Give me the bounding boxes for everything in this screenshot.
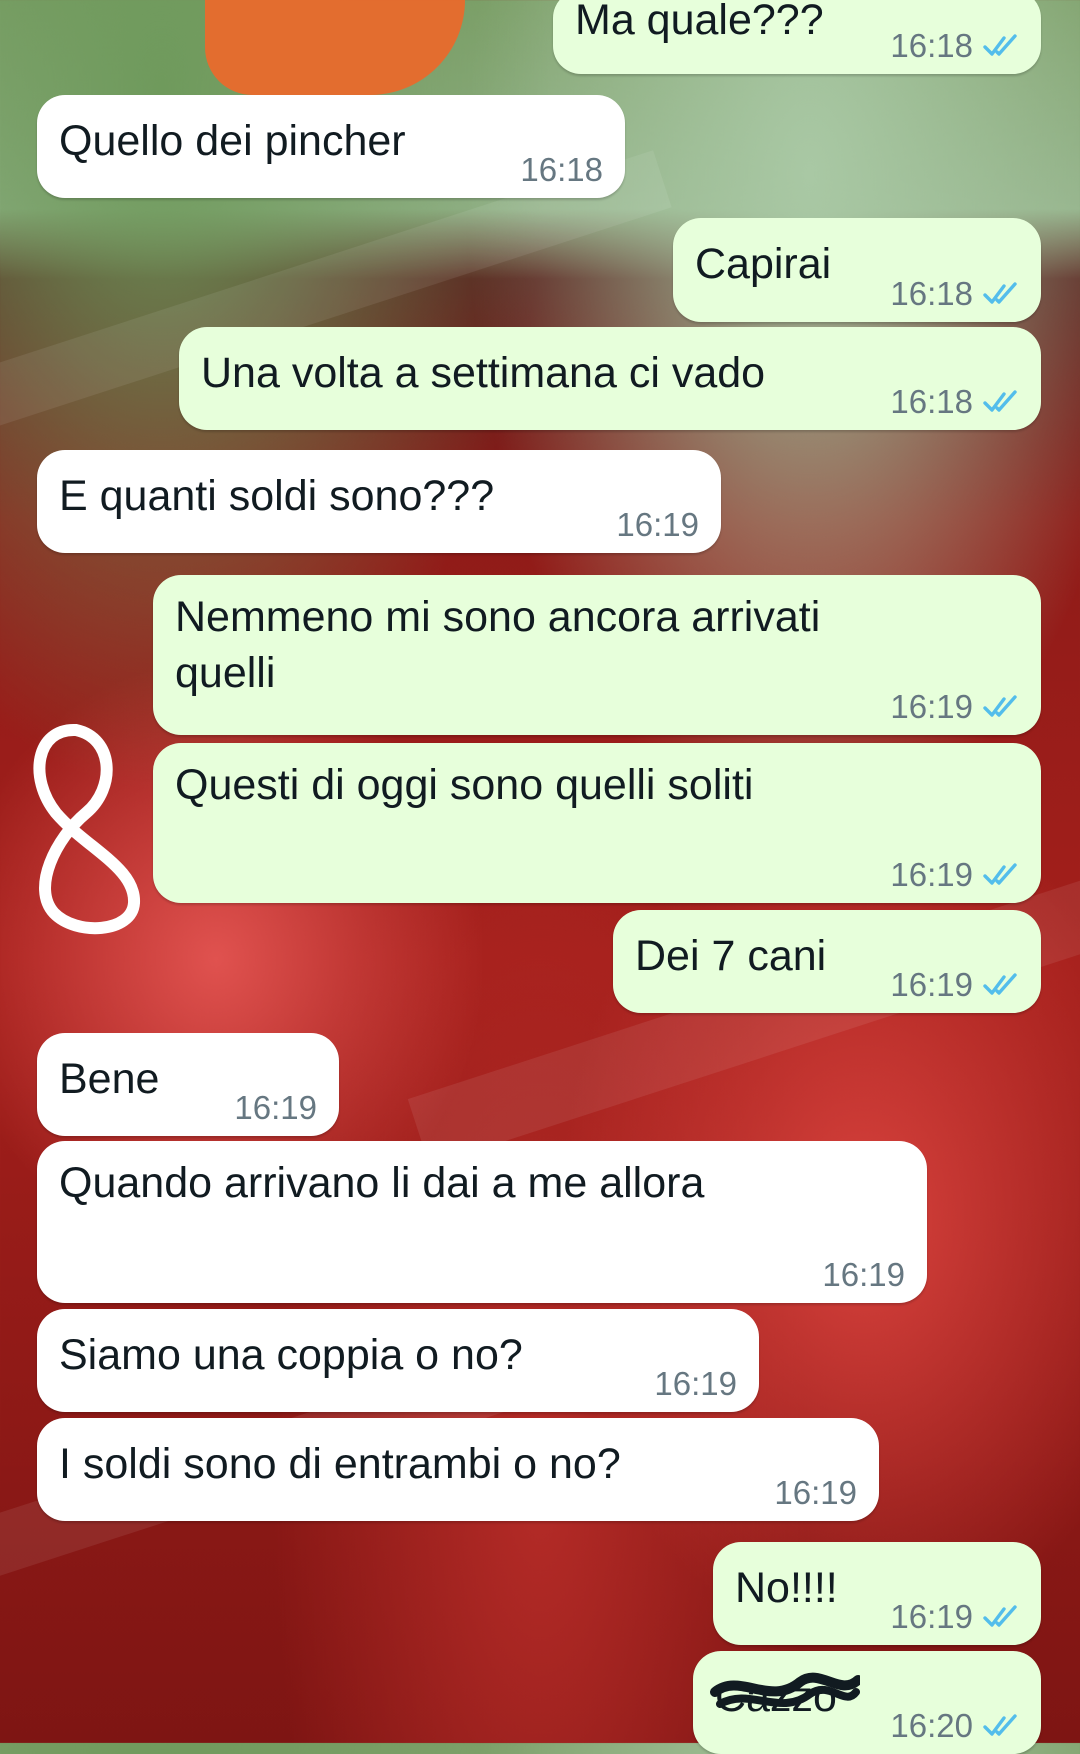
message-meta: 16:18 <box>890 382 1021 422</box>
message-timestamp: 16:19 <box>822 1256 905 1293</box>
outgoing-message-bubble[interactable]: Dei 7 cani 16:19 <box>613 910 1041 1013</box>
incoming-message-bubble[interactable]: Quando arrivano li dai a me allora 16:19 <box>37 1141 927 1303</box>
message-meta: 16:19 <box>890 965 1021 1005</box>
outgoing-message-bubble[interactable]: Nemmeno mi sono ancora arrivati quelli 16… <box>153 575 1041 735</box>
message-timestamp: 16:19 <box>774 1474 857 1511</box>
message-text: Quando arrivano li dai a me allora <box>59 1159 705 1207</box>
redaction-scribble <box>710 1672 860 1708</box>
message-text: Nemmeno mi sono ancora arrivati quelli <box>175 593 821 697</box>
handwritten-eight-doodle <box>33 724 140 935</box>
message-timestamp: 16:18 <box>890 383 973 420</box>
outgoing-message-bubble[interactable]: Capirai 16:18 <box>673 218 1041 322</box>
message-meta: 16:18 <box>890 274 1021 314</box>
message-timestamp: 16:19 <box>654 1365 737 1402</box>
message-timestamp: 16:19 <box>616 506 699 543</box>
message-timestamp: 16:18 <box>890 27 973 64</box>
outgoing-message-bubble[interactable]: Ma quale??? 16:18 <box>553 0 1041 74</box>
message-meta: 16:19 <box>890 1597 1021 1637</box>
message-timestamp: 16:19 <box>890 1598 973 1635</box>
message-timestamp: 16:18 <box>890 275 973 312</box>
double-check-icon <box>983 863 1021 887</box>
message-text: Una volta a settimana ci vado <box>201 349 766 397</box>
message-timestamp: 16:19 <box>234 1089 317 1126</box>
message-meta: 16:18 <box>520 150 603 190</box>
incoming-message-bubble[interactable]: Bene 16:19 <box>37 1033 339 1136</box>
message-text: Dei 7 cani <box>635 932 827 980</box>
outgoing-message-bubble[interactable]: No!!!! 16:19 <box>713 1542 1041 1645</box>
message-text: Bene <box>59 1055 160 1103</box>
wallpaper-orange-shape <box>205 0 465 95</box>
message-meta: 16:19 <box>616 505 699 545</box>
message-meta: 16:19 <box>774 1473 857 1513</box>
message-text: Quello dei pincher <box>59 117 406 165</box>
outgoing-message-bubble[interactable]: Questi di oggi sono quelli soliti 16:19 <box>153 743 1041 903</box>
message-timestamp: 16:19 <box>890 856 973 893</box>
double-check-icon <box>983 282 1021 306</box>
message-meta: 16:19 <box>890 855 1021 895</box>
incoming-message-bubble[interactable]: Siamo una coppia o no? 16:19 <box>37 1309 759 1412</box>
message-timestamp: 16:19 <box>890 688 973 725</box>
message-text: E quanti soldi sono??? <box>59 472 495 520</box>
message-meta: 16:20 <box>890 1706 1021 1746</box>
double-check-icon <box>983 1605 1021 1629</box>
message-meta: 16:19 <box>654 1364 737 1404</box>
outgoing-message-bubble[interactable]: Una volta a settimana ci vado 16:18 <box>179 327 1041 430</box>
message-meta: 16:19 <box>890 687 1021 727</box>
double-check-icon <box>983 695 1021 719</box>
message-meta: 16:19 <box>822 1255 905 1295</box>
message-text: Questi di oggi sono quelli soliti <box>175 761 754 809</box>
message-text: Ma quale??? <box>575 0 824 44</box>
double-check-icon <box>983 1714 1021 1738</box>
incoming-message-bubble[interactable]: Quello dei pincher 16:18 <box>37 95 625 198</box>
message-timestamp: 16:18 <box>520 151 603 188</box>
message-meta: 16:19 <box>234 1088 317 1128</box>
message-text: Siamo una coppia o no? <box>59 1331 523 1379</box>
message-timestamp: 16:20 <box>890 1707 973 1744</box>
message-meta: 16:18 <box>890 26 1021 66</box>
double-check-icon <box>983 390 1021 414</box>
message-timestamp: 16:19 <box>890 966 973 1003</box>
incoming-message-bubble[interactable]: I soldi sono di entrambi o no? 16:19 <box>37 1418 879 1521</box>
message-text: Capirai <box>695 240 832 288</box>
incoming-message-bubble[interactable]: E quanti soldi sono??? 16:19 <box>37 450 721 553</box>
message-text: I soldi sono di entrambi o no? <box>59 1440 621 1488</box>
double-check-icon <box>983 973 1021 997</box>
message-text: No!!!! <box>735 1564 838 1612</box>
double-check-icon <box>983 34 1021 58</box>
